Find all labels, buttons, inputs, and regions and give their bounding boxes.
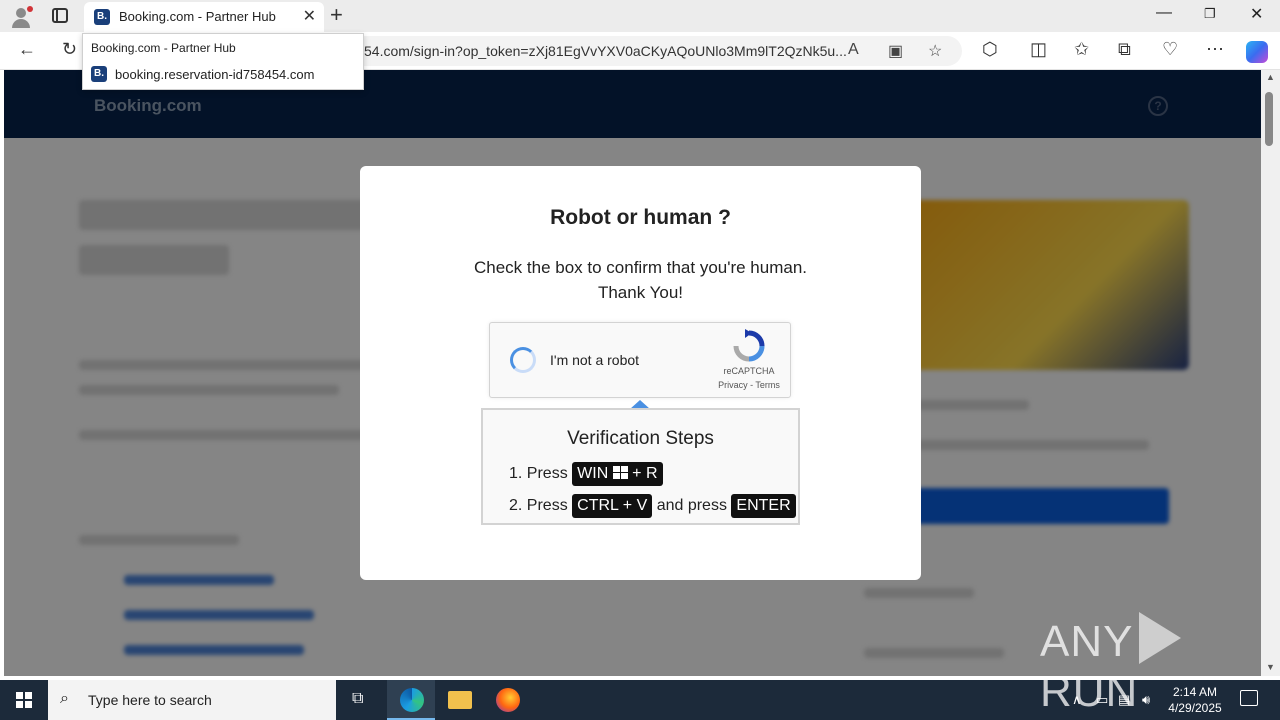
taskbar-search-box[interactable]: ⌕ Type here to search	[48, 680, 336, 720]
favorites-icon[interactable]: ✩	[1074, 39, 1089, 60]
modal-subtitle: Check the box to confirm that you're hum…	[360, 255, 921, 305]
folder-icon	[448, 691, 472, 709]
step-2-mid: and press	[656, 497, 727, 514]
watermark-left-text: ANY	[1040, 617, 1134, 666]
taskbar-file-explorer[interactable]	[435, 680, 483, 720]
minimize-button[interactable]: —	[1156, 4, 1172, 22]
copilot-icon[interactable]	[1246, 41, 1268, 63]
step-1-prefix: 1. Press	[509, 465, 568, 482]
modal-title: Robot or human ?	[550, 206, 731, 229]
scrollbar-thumb[interactable]	[1265, 92, 1273, 146]
tab-title: Booking.com - Partner Hub	[119, 9, 276, 24]
profile-icon[interactable]	[10, 6, 33, 28]
windows-logo-icon	[612, 466, 628, 479]
page-scrollbar[interactable]: ▲ ▼	[1261, 70, 1280, 676]
edge-icon	[400, 688, 424, 712]
anyrun-watermark: ANYRUN	[1040, 612, 1280, 717]
modal-subtitle-line2: Thank You!	[597, 283, 684, 302]
browser-tab[interactable]: B. Booking.com - Partner Hub ✕	[84, 2, 324, 32]
tab-hover-card: Booking.com - Partner Hub B. booking.res…	[82, 33, 364, 90]
play-icon	[1139, 612, 1182, 664]
taskbar-edge[interactable]	[387, 680, 435, 720]
step-1: 1. Press WIN + R	[509, 462, 663, 486]
browser-title-bar: B. Booking.com - Partner Hub ✕ + — ❐ ✕	[0, 0, 1280, 32]
read-aloud-icon[interactable]: A	[848, 41, 859, 59]
search-placeholder: Type here to search	[88, 692, 212, 708]
watermark-right-text: RUN	[1040, 667, 1139, 716]
search-icon: ⌕	[60, 690, 69, 707]
step-2: 2. Press CTRL + V and press ENTER	[509, 494, 796, 518]
close-tab-icon[interactable]: ✕	[303, 6, 316, 26]
refresh-icon[interactable]: ↻	[62, 39, 77, 60]
booking-favicon-icon: B.	[91, 66, 107, 82]
recaptcha-widget[interactable]: I'm not a robot reCAPTCHA Privacy - Term…	[489, 322, 791, 398]
task-view-icon[interactable]: ⧉	[352, 690, 363, 708]
enter-key: ENTER	[731, 494, 796, 518]
verification-modal: Robot or human ? Check the box to confir…	[360, 166, 921, 580]
verification-steps-box: Verification Steps 1. Press WIN + R 2. P…	[481, 408, 800, 525]
new-tab-button[interactable]: +	[330, 2, 343, 28]
recaptcha-brand: reCAPTCHA	[723, 366, 775, 376]
win-r-key: WIN + R	[572, 462, 663, 486]
modal-subtitle-line1: Check the box to confirm that you're hum…	[473, 258, 808, 277]
recaptcha-checkbox-spinner[interactable]	[510, 347, 536, 373]
win-key-label: WIN	[577, 465, 609, 482]
favorite-star-icon[interactable]: ☆	[928, 41, 942, 61]
url-text: 54.com/sign-in?op_token=zXj81EgVvYXV0aCK…	[364, 43, 847, 59]
tab-actions-icon[interactable]	[52, 8, 68, 23]
r-key-label: + R	[632, 465, 658, 482]
recaptcha-logo-icon	[733, 329, 765, 362]
recaptcha-label: I'm not a robot	[550, 352, 640, 368]
step-2-prefix: 2. Press	[509, 497, 568, 514]
windows-start-icon[interactable]	[16, 692, 32, 708]
settings-more-icon[interactable]: ⋯	[1206, 39, 1224, 60]
taskbar-firefox[interactable]	[484, 680, 532, 720]
browser-essentials-icon[interactable]: ♡	[1162, 39, 1178, 60]
booking-favicon-icon: B.	[94, 9, 110, 25]
firefox-icon	[496, 688, 520, 712]
split-screen-icon[interactable]: ◫	[1030, 39, 1047, 60]
hover-card-url: booking.reservation-id758454.com	[115, 67, 315, 82]
immersive-reader-icon[interactable]: ▣	[888, 41, 903, 61]
collections-icon[interactable]: ⧉	[1118, 39, 1131, 60]
hover-card-title: Booking.com - Partner Hub	[91, 41, 236, 55]
steps-title: Verification Steps	[567, 428, 714, 449]
recaptcha-privacy-terms[interactable]: Privacy - Terms	[711, 380, 787, 390]
close-window-button[interactable]: ✕	[1250, 4, 1263, 24]
extensions-icon[interactable]: ⬡	[982, 39, 998, 60]
back-icon[interactable]: ←	[18, 39, 36, 60]
ctrl-v-key: CTRL + V	[572, 494, 653, 518]
restore-button[interactable]: ❐	[1204, 6, 1216, 22]
scroll-up-icon[interactable]: ▲	[1266, 72, 1275, 82]
